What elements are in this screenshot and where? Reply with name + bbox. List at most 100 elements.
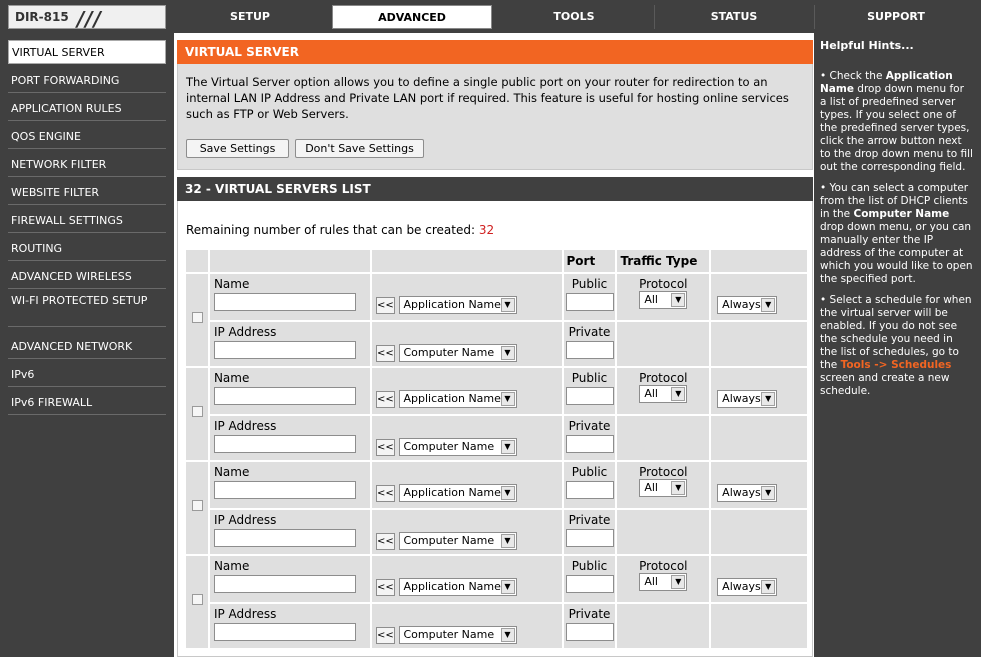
hint-computer-name: • You can select a computer from the lis… [820, 182, 973, 285]
private-port-input[interactable] [565, 623, 614, 641]
table-body: Name << Application Name ▼ Public Protoco… [186, 274, 807, 648]
computer-name-select[interactable]: Computer Name ▼ [398, 438, 517, 456]
schedule-select[interactable]: Always ▼ [717, 578, 778, 596]
tab-setup[interactable]: SETUP [170, 5, 330, 29]
public-port-cell: Public [563, 556, 616, 602]
fill-name-arrow-button[interactable]: << [375, 390, 395, 408]
protocol-select[interactable]: All ▼ [639, 479, 688, 497]
chevron-down-icon: ▼ [671, 481, 686, 495]
private-port-input[interactable] [565, 435, 614, 453]
header-cell [186, 250, 208, 272]
rule-row-bottom: IP Address << Computer Name ▼ Private [186, 322, 807, 366]
chevron-down-icon: ▼ [500, 580, 515, 594]
protocol-label: Protocol [639, 559, 688, 573]
name-label: Name [213, 559, 250, 573]
private-port-input[interactable] [565, 529, 614, 547]
rule-row-top: Name << Application Name ▼ Public Protoco… [186, 368, 807, 460]
enable-checkbox[interactable] [192, 312, 203, 323]
protocol-select[interactable]: All ▼ [639, 573, 688, 591]
protocol-cell: Protocol All ▼ [617, 462, 710, 508]
schedule-select[interactable]: Always ▼ [717, 484, 778, 502]
protocol-select[interactable]: All ▼ [639, 385, 688, 403]
enable-checkbox[interactable] [192, 406, 203, 417]
fill-name-arrow-button[interactable]: << [375, 296, 395, 314]
application-name-select[interactable]: Application Name ▼ [398, 484, 517, 502]
ip-address-input[interactable] [213, 341, 356, 359]
chevron-down-icon: ▼ [500, 298, 515, 312]
computer-name-select[interactable]: Computer Name ▼ [398, 344, 517, 362]
main-content: VIRTUAL SERVER The Virtual Server option… [174, 33, 814, 657]
name-input[interactable] [213, 575, 356, 593]
schedule-cell: Always ▼ [711, 462, 807, 508]
private-port-input[interactable] [565, 341, 614, 359]
name-input[interactable] [213, 293, 356, 311]
name-input[interactable] [213, 387, 356, 405]
tab-support[interactable]: SUPPORT [816, 5, 976, 29]
enable-cell [186, 556, 208, 648]
fill-name-arrow-button[interactable]: << [375, 578, 395, 596]
sidebar-item-ipv6[interactable]: IPv6 [8, 363, 166, 387]
enable-checkbox[interactable] [192, 594, 203, 605]
computer-cell: << Computer Name ▼ [371, 322, 562, 366]
fill-ip-arrow-button[interactable]: << [375, 438, 395, 456]
application-name-select[interactable]: Application Name ▼ [398, 390, 517, 408]
protocol-cell: Protocol All ▼ [617, 556, 710, 602]
hint-application-name: • Check the Application Name drop down m… [820, 70, 973, 173]
sidebar-item-application-rules[interactable]: APPLICATION RULES [8, 97, 166, 121]
name-input[interactable] [213, 481, 356, 499]
sidebar-item-qos-engine[interactable]: QOS ENGINE [8, 125, 166, 149]
fill-ip-arrow-button[interactable]: << [375, 626, 395, 644]
sidebar-item-advanced-wireless[interactable]: ADVANCED WIRELESS [8, 265, 166, 289]
application-name-select[interactable]: Application Name ▼ [398, 578, 517, 596]
public-port-input[interactable] [565, 293, 614, 311]
tab-divider [814, 5, 815, 29]
ip-address-label: IP Address [213, 513, 277, 527]
sidebar-item-port-forwarding[interactable]: PORT FORWARDING [8, 69, 166, 93]
tab-status[interactable]: STATUS [656, 5, 812, 29]
name-cell: Name [209, 462, 370, 508]
public-port-input[interactable] [565, 575, 614, 593]
sidebar-item-routing[interactable]: ROUTING [8, 237, 166, 261]
private-port-cell: Private [563, 510, 616, 554]
fill-ip-arrow-button[interactable]: << [375, 344, 395, 362]
sidebar-item-advanced-network[interactable]: ADVANCED NETWORK [8, 335, 166, 359]
sidebar-item-ipv6-firewall[interactable]: IPv6 FIREWALL [8, 391, 166, 415]
sidebar-item-wifi-protected-setup[interactable]: WI-FI PROTECTED SETUP [8, 293, 166, 327]
application-name-select[interactable]: Application Name ▼ [398, 296, 517, 314]
sidebar-item-website-filter[interactable]: WEBSITE FILTER [8, 181, 166, 205]
public-port-input[interactable] [565, 481, 614, 499]
rule-row-top: Name << Application Name ▼ Public Protoco… [186, 274, 807, 366]
dont-save-settings-button[interactable]: Don't Save Settings [295, 139, 424, 158]
ip-address-input[interactable] [213, 529, 356, 547]
name-label: Name [213, 371, 250, 385]
application-cell: << Application Name ▼ [371, 368, 562, 414]
chevron-down-icon: ▼ [500, 346, 515, 360]
tools-schedules-link[interactable]: Tools -> Schedules [841, 359, 952, 371]
remaining-label: Remaining number of rules that can be cr… [186, 223, 476, 237]
fill-ip-arrow-button[interactable]: << [375, 532, 395, 550]
schedule-cell: Always ▼ [711, 274, 807, 320]
ip-address-label: IP Address [213, 325, 277, 339]
ip-address-input[interactable] [213, 435, 356, 453]
tab-tools[interactable]: TOOLS [494, 5, 654, 29]
computer-name-select[interactable]: Computer Name ▼ [398, 532, 517, 550]
sidebar-item-virtual-server[interactable]: VIRTUAL SERVER [8, 40, 166, 64]
public-port-input[interactable] [565, 387, 614, 405]
protocol-select[interactable]: All ▼ [639, 291, 688, 309]
private-port-cell: Private [563, 322, 616, 366]
sidebar-item-network-filter[interactable]: NETWORK FILTER [8, 153, 166, 177]
computer-name-select[interactable]: Computer Name ▼ [398, 626, 517, 644]
ip-address-cell: IP Address [209, 510, 370, 554]
schedule-select[interactable]: Always ▼ [717, 296, 778, 314]
save-settings-button[interactable]: Save Settings [186, 139, 289, 158]
ip-address-input[interactable] [213, 623, 356, 641]
schedule-select[interactable]: Always ▼ [717, 390, 778, 408]
fill-name-arrow-button[interactable]: << [375, 484, 395, 502]
enable-checkbox[interactable] [192, 500, 203, 511]
schedule-cell: Always ▼ [711, 368, 807, 414]
sidebar-item-firewall-settings[interactable]: FIREWALL SETTINGS [8, 209, 166, 233]
rule-row-bottom: IP Address << Computer Name ▼ Private [186, 510, 807, 554]
protocol-label: Protocol [639, 277, 688, 291]
public-port-cell: Public [563, 274, 616, 320]
tab-advanced[interactable]: ADVANCED [332, 5, 492, 29]
